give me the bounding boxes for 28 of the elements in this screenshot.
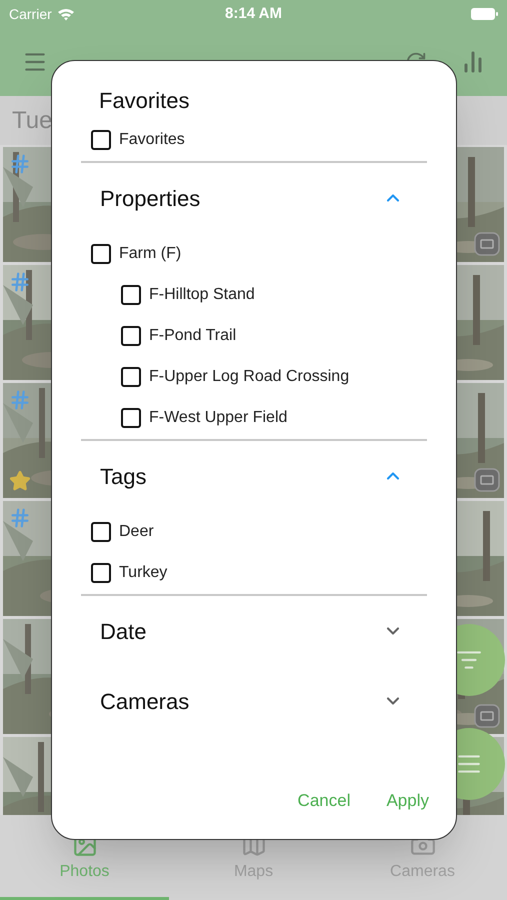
checkbox[interactable]	[121, 408, 141, 428]
section-header[interactable]: Properties	[81, 163, 427, 233]
date-header: Tue	[12, 106, 52, 136]
checkbox[interactable]	[91, 244, 111, 264]
option-label: F-West Upper Field	[149, 408, 288, 428]
checkbox[interactable]	[121, 366, 141, 386]
section-header[interactable]: Tags	[81, 441, 427, 511]
carrier-label: Carrier	[9, 4, 52, 24]
option-label: F-Upper Log Road Crossing	[149, 366, 350, 386]
checkbox[interactable]	[121, 326, 141, 346]
option-label: F-Hilltop Stand	[149, 284, 255, 304]
dialog-button[interactable]: Apply	[378, 783, 437, 819]
clock: 8:14 AM	[225, 4, 282, 24]
battery-icon	[471, 8, 498, 20]
checkbox[interactable]	[91, 562, 111, 582]
option-label: Turkey	[119, 562, 168, 582]
option-label: Deer	[119, 522, 154, 542]
option-label: Favorites	[119, 130, 185, 150]
section-title: Favorites	[99, 86, 190, 114]
checkbox[interactable]	[91, 522, 111, 542]
dialog-button[interactable]: Cancel	[290, 783, 358, 819]
option-label: F-Pond Trail	[149, 326, 236, 346]
section-header[interactable]: Cameras	[81, 666, 427, 736]
checkbox[interactable]	[91, 130, 111, 150]
wifi-icon	[56, 8, 75, 20]
checkbox[interactable]	[121, 284, 141, 304]
option-label: Farm (F)	[119, 244, 182, 264]
section-header[interactable]: Date	[81, 596, 427, 666]
